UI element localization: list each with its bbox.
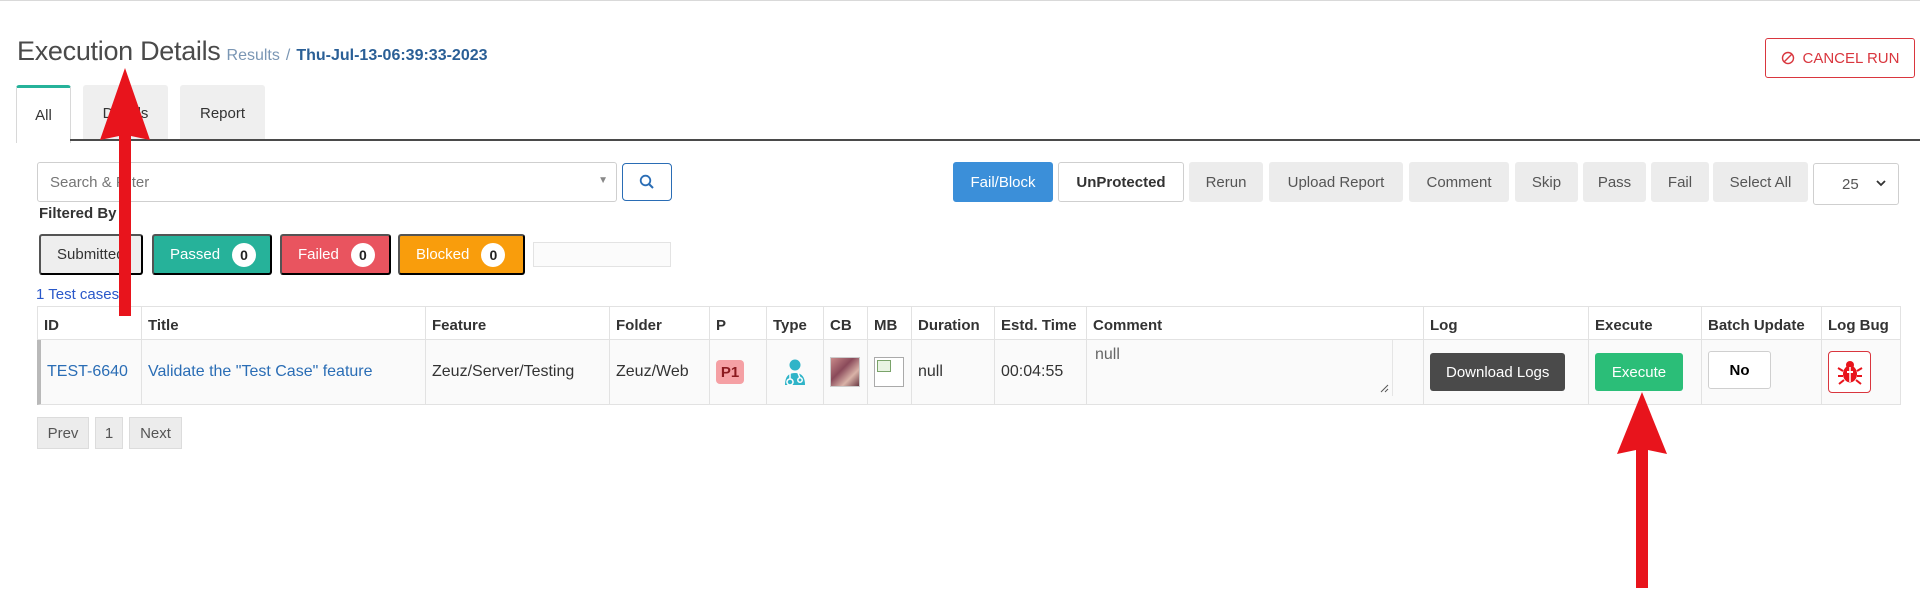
cancel-run-button[interactable]: CANCEL RUN bbox=[1765, 38, 1915, 78]
tab-report[interactable]: Report bbox=[180, 85, 265, 141]
header-folder[interactable]: Folder bbox=[610, 307, 710, 339]
download-logs-button[interactable]: Download Logs bbox=[1430, 353, 1566, 391]
page-title: Execution Details bbox=[17, 36, 221, 66]
annotation-arrow-up-right bbox=[1617, 392, 1667, 588]
filter-failed-button[interactable]: Failed 0 bbox=[280, 234, 391, 275]
top-border bbox=[0, 0, 1920, 1]
filter-passed-button[interactable]: Passed 0 bbox=[152, 234, 272, 275]
ban-icon bbox=[1781, 51, 1794, 65]
select-all-button[interactable]: Select All bbox=[1713, 162, 1808, 202]
filter-extra-field[interactable] bbox=[533, 242, 671, 267]
prev-page-button[interactable]: Prev bbox=[37, 417, 89, 449]
blocked-count-badge: 0 bbox=[481, 242, 506, 267]
filter-passed-label: Passed bbox=[170, 246, 221, 263]
fail-block-button[interactable]: Fail/Block bbox=[953, 162, 1053, 202]
cell-priority: P1 bbox=[710, 340, 767, 404]
header-batch-update[interactable]: Batch Update bbox=[1702, 307, 1822, 339]
table-header-row: ID Title Feature Folder P Type CB MB Dur… bbox=[37, 306, 1901, 340]
log-bug-button[interactable] bbox=[1828, 351, 1871, 393]
header-priority[interactable]: P bbox=[710, 307, 767, 339]
chevron-down-icon bbox=[1876, 180, 1886, 187]
upload-report-button[interactable]: Upload Report bbox=[1269, 162, 1403, 202]
cell-folder: Zeuz/Web bbox=[610, 340, 710, 404]
header-type[interactable]: Type bbox=[767, 307, 824, 339]
cell-comment: null bbox=[1087, 340, 1424, 404]
pass-button[interactable]: Pass bbox=[1583, 162, 1646, 202]
header-mb[interactable]: MB bbox=[868, 307, 912, 339]
cell-log: Download Logs bbox=[1424, 340, 1589, 404]
priority-badge: P1 bbox=[716, 360, 744, 384]
header-title[interactable]: Title bbox=[142, 307, 426, 339]
caret-down-icon[interactable]: ▼ bbox=[598, 175, 608, 186]
test-title-link[interactable]: Validate the "Test Case" feature bbox=[148, 363, 373, 381]
fail-button[interactable]: Fail bbox=[1651, 162, 1709, 202]
doctor-icon bbox=[785, 359, 805, 386]
comment-text: null bbox=[1095, 346, 1120, 363]
breadcrumb-separator: / bbox=[285, 47, 291, 64]
next-page-button[interactable]: Next bbox=[129, 417, 182, 449]
bug-icon bbox=[1836, 361, 1863, 385]
header-feature[interactable]: Feature bbox=[426, 307, 610, 339]
header-comment[interactable]: Comment bbox=[1087, 307, 1424, 339]
breadcrumb-results-link[interactable]: Results bbox=[227, 47, 280, 65]
filter-blocked-button[interactable]: Blocked 0 bbox=[398, 234, 525, 275]
execute-button[interactable]: Execute bbox=[1595, 353, 1683, 391]
failed-count-badge: 0 bbox=[350, 242, 375, 267]
search-icon bbox=[639, 174, 654, 189]
cell-cb bbox=[824, 340, 868, 404]
broken-image-icon bbox=[874, 357, 904, 387]
tab-underline bbox=[70, 139, 1920, 141]
comment-button[interactable]: Comment bbox=[1409, 162, 1509, 202]
cell-feature: Zeuz/Server/Testing bbox=[426, 340, 610, 404]
filter-blocked-label: Blocked bbox=[416, 246, 470, 263]
page-1-button[interactable]: 1 bbox=[95, 417, 123, 449]
filter-failed-label: Failed bbox=[298, 246, 339, 263]
unprotected-button[interactable]: UnProtected bbox=[1058, 162, 1184, 202]
search-button[interactable] bbox=[622, 163, 672, 201]
test-id-link[interactable]: TEST-6640 bbox=[47, 363, 128, 381]
cancel-run-label: CANCEL RUN bbox=[1802, 49, 1900, 67]
header-log[interactable]: Log bbox=[1424, 307, 1589, 339]
annotation-arrow-up-left bbox=[100, 68, 150, 316]
page-size-value: 25 bbox=[1842, 175, 1859, 193]
batch-update-toggle[interactable]: No bbox=[1708, 351, 1771, 389]
cell-id: TEST-6640 bbox=[41, 340, 142, 404]
cell-type bbox=[767, 340, 824, 404]
cell-estd-time: 00:04:55 bbox=[995, 340, 1087, 404]
comment-textarea[interactable]: null bbox=[1093, 340, 1393, 396]
cell-title: Validate the "Test Case" feature bbox=[142, 340, 426, 404]
cell-mb bbox=[868, 340, 912, 404]
page-header: Execution Details Results / Thu-Jul-13-0… bbox=[17, 36, 488, 67]
cell-log-bug bbox=[1822, 340, 1897, 404]
cell-duration: null bbox=[912, 340, 995, 404]
resize-grip-icon[interactable] bbox=[1379, 383, 1389, 393]
header-execute[interactable]: Execute bbox=[1589, 307, 1702, 339]
skip-button[interactable]: Skip bbox=[1515, 162, 1578, 202]
header-cb[interactable]: CB bbox=[824, 307, 868, 339]
tab-all[interactable]: All bbox=[16, 85, 71, 143]
passed-count-badge: 0 bbox=[232, 242, 257, 267]
header-log-bug[interactable]: Log Bug bbox=[1822, 307, 1897, 339]
cell-batch-update: No bbox=[1702, 340, 1822, 404]
avatar bbox=[830, 357, 860, 387]
rerun-button[interactable]: Rerun bbox=[1189, 162, 1263, 202]
header-duration[interactable]: Duration bbox=[912, 307, 995, 339]
header-estd-time[interactable]: Estd. Time bbox=[995, 307, 1087, 339]
page-size-select[interactable]: 25 bbox=[1813, 163, 1899, 205]
breadcrumb-current: Thu-Jul-13-06:39:33-2023 bbox=[296, 47, 488, 64]
